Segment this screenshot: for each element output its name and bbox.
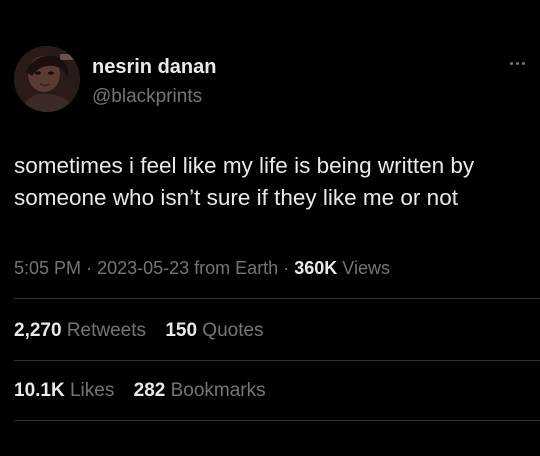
retweets-stat[interactable]: 2,270 Retweets — [14, 320, 146, 342]
likes-stat[interactable]: 10.1K Likes — [14, 380, 114, 402]
meta-separator: · — [86, 258, 93, 278]
profile-photo-icon — [14, 46, 80, 112]
tweet-text: sometimes i feel like my life is being w… — [14, 150, 534, 214]
stats-row-reactions: 10.1K Likes 282 Bookmarks — [14, 380, 280, 402]
quotes-count: 150 — [165, 320, 198, 341]
divider — [14, 298, 540, 299]
tweet-text-line: someone who isn’t sure if they like me o… — [14, 185, 458, 210]
likes-label: Likes — [69, 380, 115, 401]
tweet-time[interactable]: 5:05 PM — [14, 258, 81, 278]
divider — [14, 420, 540, 421]
quotes-label: Quotes — [202, 320, 264, 341]
avatar[interactable] — [14, 46, 80, 112]
meta-separator: · — [283, 258, 290, 278]
tweet-source: from Earth — [194, 258, 279, 278]
display-name[interactable]: nesrin danan — [92, 56, 216, 79]
bookmarks-label: Bookmarks — [170, 380, 266, 401]
retweets-label: Retweets — [66, 320, 147, 341]
bookmarks-count: 282 — [133, 380, 166, 401]
tweet-card: nesrin danan @blackprints sometimes i fe… — [0, 0, 540, 456]
tweet-meta: 5:05 PM · 2023-05-23 from Earth · 360K V… — [14, 258, 390, 279]
likes-count: 10.1K — [14, 380, 65, 401]
views-count: 360K — [294, 258, 338, 278]
tweet-text-line: sometimes i feel like my life is being w… — [14, 153, 475, 178]
retweets-count: 2,270 — [14, 320, 62, 341]
quotes-stat[interactable]: 150 Quotes — [165, 320, 263, 342]
more-horizontal-icon[interactable] — [510, 58, 530, 68]
stats-row-engagement: 2,270 Retweets 150 Quotes — [14, 320, 278, 342]
divider — [14, 360, 540, 361]
views-label: Views — [342, 258, 390, 278]
bookmarks-stat[interactable]: 282 Bookmarks — [134, 380, 266, 402]
tweet-date[interactable]: 2023-05-23 — [97, 258, 189, 278]
user-handle[interactable]: @blackprints — [92, 86, 202, 108]
